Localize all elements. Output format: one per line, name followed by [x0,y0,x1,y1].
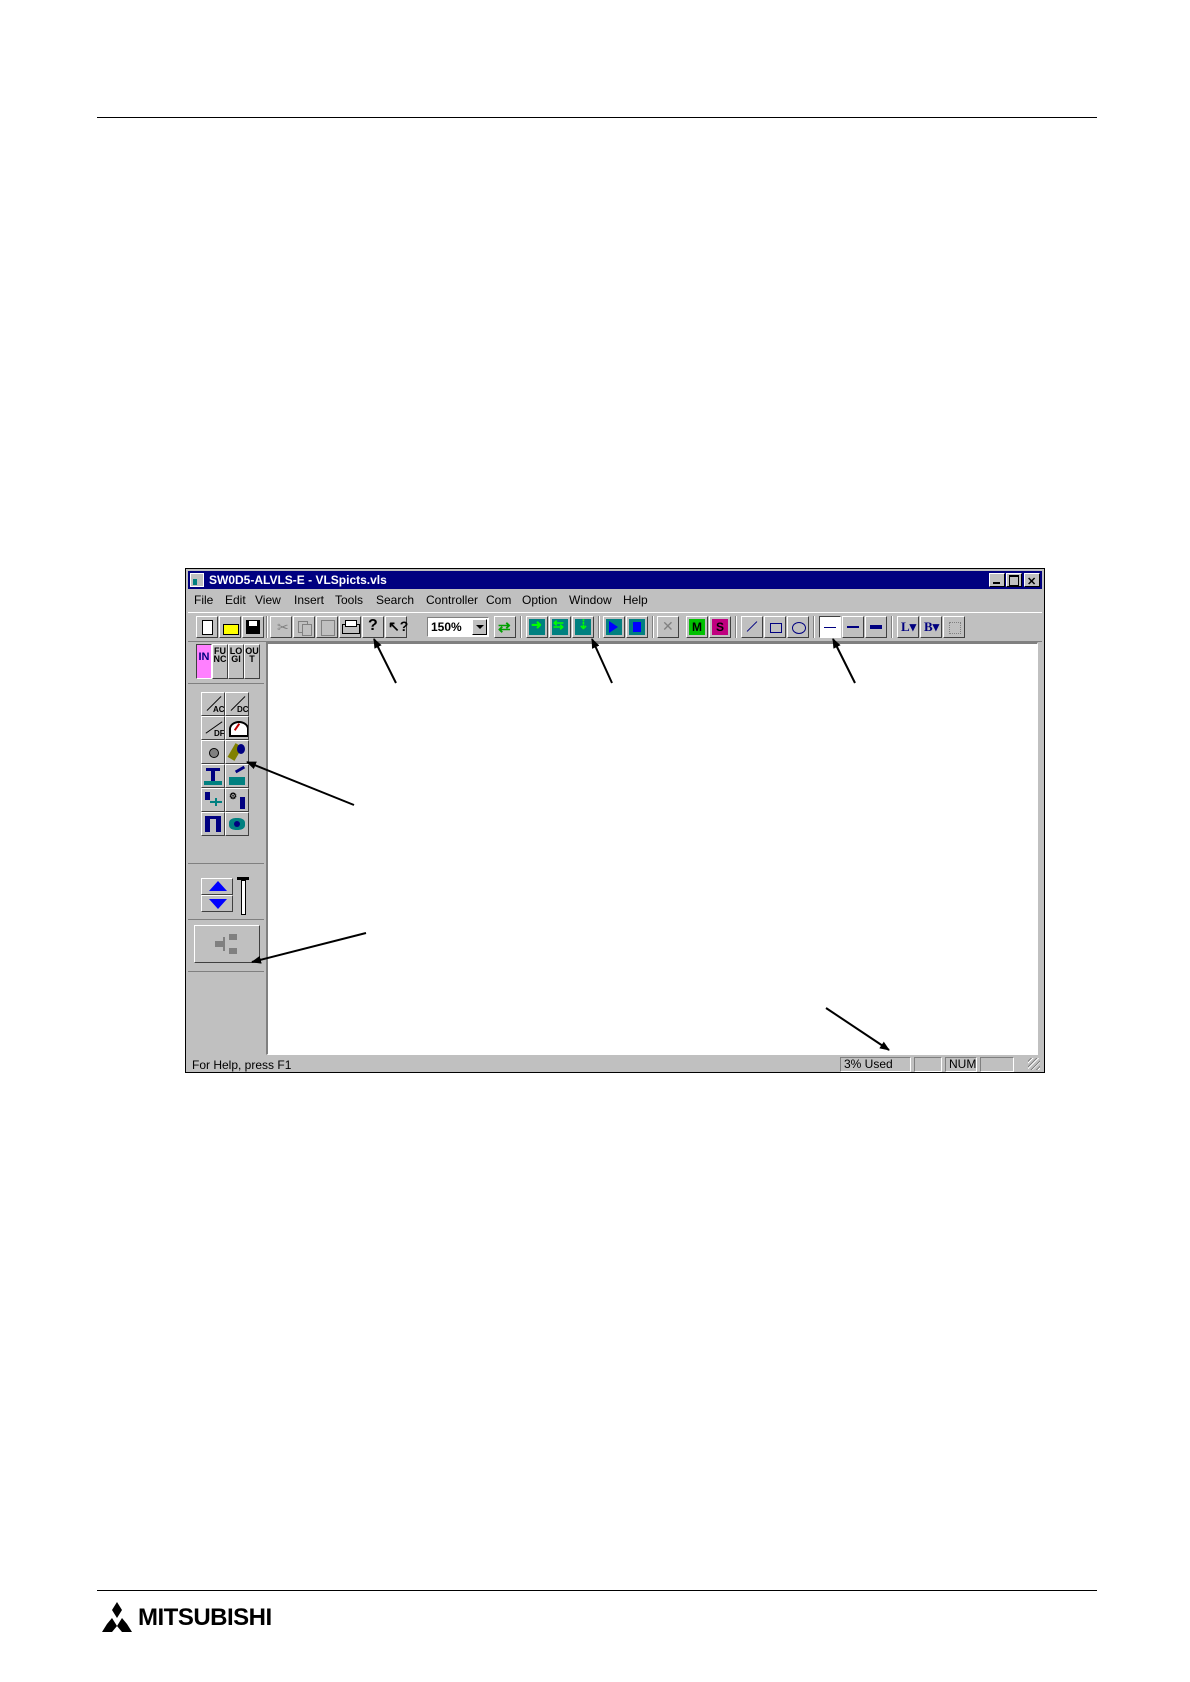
arrow-transfer-tools [591,638,613,684]
arrow-hierarchy-button [251,932,367,964]
brand-wordmark: MITSUBISHI [138,1604,272,1631]
arrow-drawing-tools [832,638,856,684]
arrow-memory-status [825,1007,890,1051]
arrow-help-tools [373,638,397,684]
callout-arrows [246,638,890,1051]
arrow-object-palette [246,761,355,806]
footer-rule [97,1590,1097,1591]
mitsubishi-three-diamonds-logo [102,1602,132,1632]
